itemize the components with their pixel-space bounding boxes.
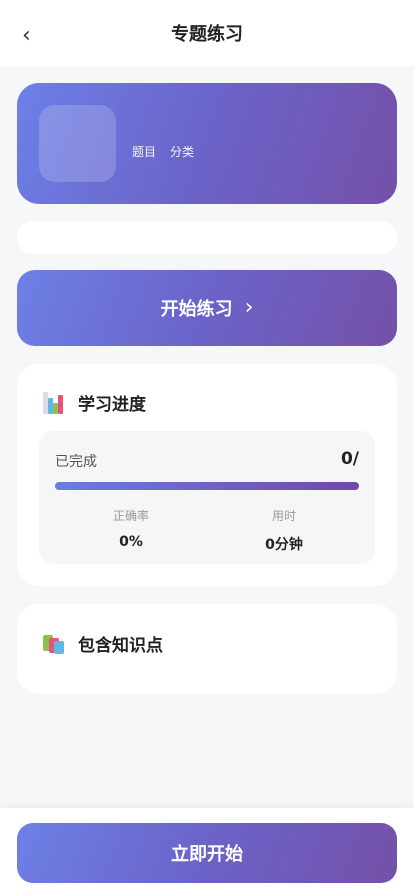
- question-count-tag: 题目: [132, 145, 157, 159]
- chevron-left-icon: ‹: [22, 23, 31, 48]
- progress-panel: 已完成 0/ 正确率 0% 用时 0分钟: [39, 431, 375, 564]
- time-value: 0分钟: [265, 537, 303, 553]
- progress-bar-fill: [55, 482, 359, 490]
- progress-bar: [55, 482, 359, 490]
- topic-thumbnail: [39, 105, 116, 182]
- time-label: 用时: [271, 509, 296, 523]
- start-practice-button[interactable]: 开始练习 ›: [17, 270, 397, 346]
- time-stat: 用时 0分钟: [224, 507, 344, 554]
- back-button[interactable]: ‹: [22, 22, 46, 50]
- progress-card: 学习进度 已完成 0/ 正确率 0% 用时 0分钟: [17, 364, 397, 586]
- topic-meta: 题目 分类: [132, 143, 194, 160]
- progress-header: 学习进度: [43, 390, 146, 415]
- bottom-action-bar: 立即开始: [0, 808, 414, 896]
- knowledge-title: 包含知识点: [78, 636, 163, 656]
- knowledge-header: 包含知识点: [43, 631, 163, 656]
- start-practice-label: 开始练习: [160, 299, 233, 320]
- accuracy-value: 0%: [119, 534, 143, 550]
- top-bar: ‹ 专题练习: [0, 0, 414, 66]
- description-card: [17, 221, 397, 254]
- bar-chart-icon: [43, 391, 65, 414]
- progress-title: 学习进度: [78, 395, 146, 415]
- start-now-label: 立即开始: [171, 844, 243, 865]
- category-tag: 分类: [170, 145, 195, 159]
- completed-label: 已完成: [55, 454, 97, 470]
- accuracy-stat: 正确率 0%: [71, 507, 191, 550]
- completed-value: 0/: [340, 449, 359, 469]
- accuracy-label: 正确率: [112, 509, 149, 523]
- chevron-right-icon: ›: [244, 295, 254, 320]
- topic-hero-card: 题目 分类: [17, 83, 397, 204]
- books-icon: [43, 633, 65, 655]
- start-now-button[interactable]: 立即开始: [17, 823, 397, 883]
- knowledge-points-card: 包含知识点: [17, 604, 397, 694]
- page-title: 专题练习: [171, 24, 243, 45]
